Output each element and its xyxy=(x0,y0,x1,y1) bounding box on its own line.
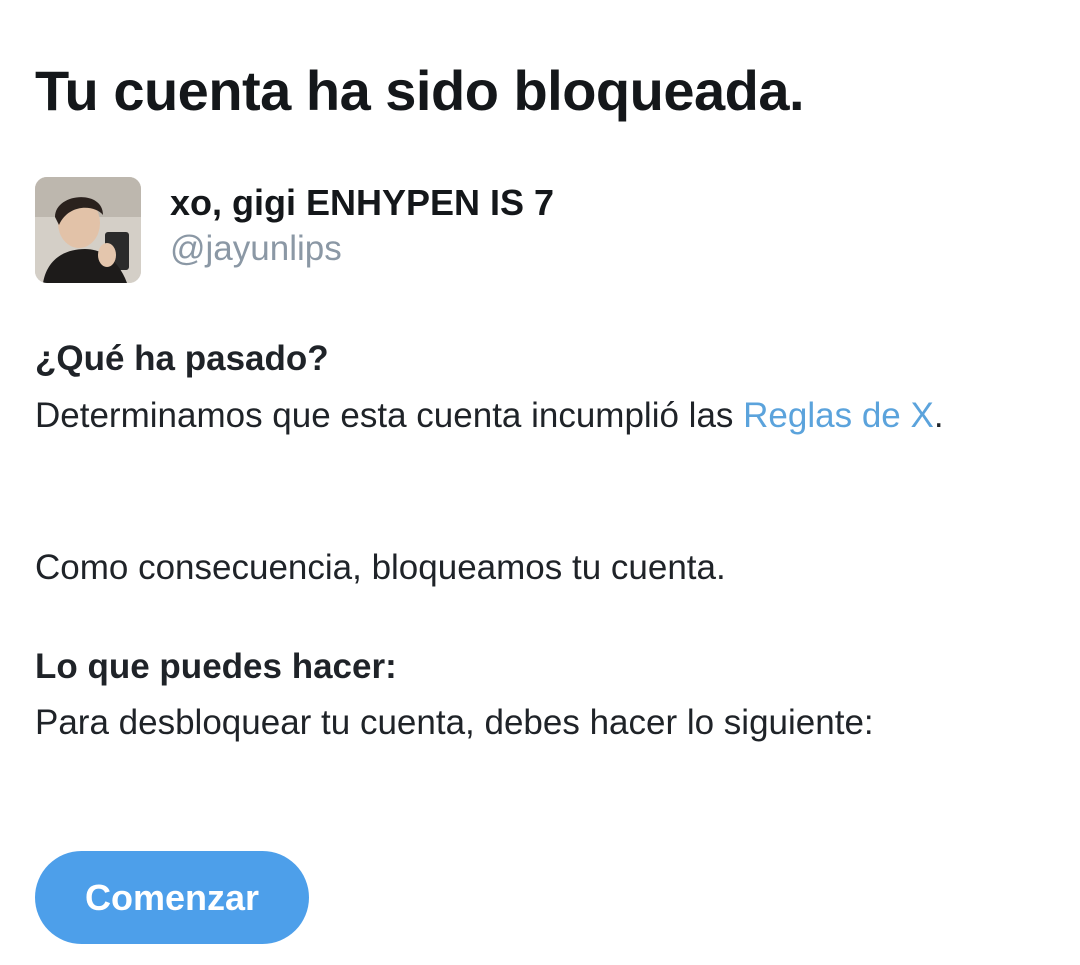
locked-account-screen: Tu cuenta ha sido bloqueada. xo, gigi EN… xyxy=(35,0,1045,965)
page-title: Tu cuenta ha sido bloqueada. xyxy=(35,59,805,122)
avatar-photo-icon xyxy=(35,177,141,283)
violation-text: Determinamos que esta cuenta incumplió l… xyxy=(35,396,744,435)
account-handle: @jayunlips xyxy=(170,229,342,268)
period-text: . xyxy=(933,396,944,435)
what-happened-text: Determinamos que esta cuenta incumplió l… xyxy=(35,389,1035,442)
x-rules-link[interactable]: Reglas de X xyxy=(743,396,934,435)
unlock-instructions-text: Para desbloquear tu cuenta, debes hacer … xyxy=(35,703,874,742)
account-card: xo, gigi ENHYPEN IS 7 @jayunlips xyxy=(35,177,935,284)
consequence-text: Como consecuencia, bloqueamos tu cuenta. xyxy=(35,548,726,587)
what-you-can-do-heading: Lo que puedes hacer: xyxy=(35,647,397,686)
avatar xyxy=(35,177,141,283)
what-happened-heading: ¿Qué ha pasado? xyxy=(35,339,329,378)
account-display-name: xo, gigi ENHYPEN IS 7 xyxy=(170,182,555,223)
start-button[interactable]: Comenzar xyxy=(35,851,309,944)
